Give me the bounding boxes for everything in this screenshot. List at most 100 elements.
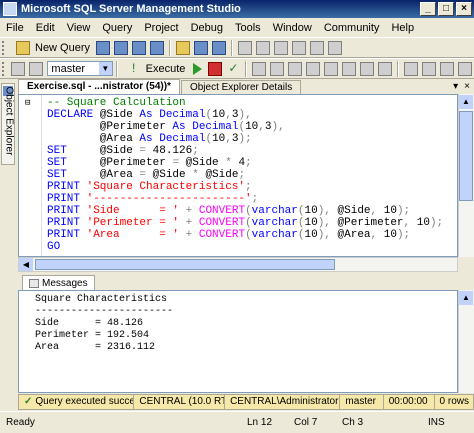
decrease-indent-icon[interactable] xyxy=(440,61,455,76)
maximize-button[interactable]: □ xyxy=(438,2,454,16)
close-tab-icon[interactable]: × xyxy=(464,81,470,92)
scroll-up-icon[interactable]: ▲ xyxy=(459,291,473,305)
code-token: ; xyxy=(245,157,252,169)
menu-help[interactable]: Help xyxy=(385,22,420,34)
code-token: CONVERT xyxy=(198,205,246,217)
code-token: ); xyxy=(429,217,444,229)
scroll-up-icon[interactable]: ▲ xyxy=(459,95,473,109)
cancel-query-icon[interactable] xyxy=(208,61,223,76)
toolbar-grip[interactable] xyxy=(2,40,7,55)
client-stats-icon[interactable] xyxy=(324,61,339,76)
tab-dropdown-icon[interactable]: ▾ xyxy=(453,81,458,92)
properties-icon[interactable] xyxy=(238,40,253,55)
results-vertical-scrollbar[interactable]: ▲ xyxy=(458,290,474,393)
uncomment-icon[interactable] xyxy=(422,61,437,76)
close-button[interactable]: × xyxy=(456,2,472,16)
object-explorer-icon[interactable] xyxy=(274,40,289,55)
code-line: SET @Side = 48.126; xyxy=(47,145,443,157)
menu-query[interactable]: Query xyxy=(96,22,138,34)
template-explorer-icon[interactable] xyxy=(292,40,307,55)
scroll-thumb[interactable] xyxy=(35,259,335,270)
save-icon[interactable] xyxy=(194,40,209,55)
database-engine-query-icon[interactable] xyxy=(96,40,111,55)
include-plan-icon[interactable] xyxy=(306,61,321,76)
parse-checkmark-icon[interactable]: ✓ xyxy=(226,62,240,76)
toolbox-icon[interactable] xyxy=(328,40,343,55)
query-editor[interactable]: ⊟ -- Square Calculation DECLARE @Side As … xyxy=(18,94,458,257)
editor-horizontal-scrollbar[interactable]: ◀ xyxy=(18,257,458,272)
code-token: = xyxy=(139,169,153,181)
results-to-grid-icon[interactable] xyxy=(360,61,375,76)
scroll-thumb[interactable] xyxy=(459,111,473,201)
code-token: @Area xyxy=(99,169,140,181)
menu-debug[interactable]: Debug xyxy=(185,22,229,34)
messages-icon xyxy=(29,278,39,288)
query-designer-icon[interactable] xyxy=(270,61,285,76)
display-plan-icon[interactable] xyxy=(252,61,267,76)
code-token: ), xyxy=(238,109,252,121)
code-token: @Side xyxy=(337,205,371,217)
code-token: CONVERT xyxy=(198,217,246,229)
minimize-button[interactable]: _ xyxy=(420,2,436,16)
intellisense-icon[interactable] xyxy=(288,61,303,76)
menu-view[interactable]: View xyxy=(61,22,97,34)
menu-file[interactable]: File xyxy=(0,22,30,34)
code-token: , xyxy=(403,217,417,229)
results-to-text-icon[interactable] xyxy=(342,61,357,76)
debug-play-icon[interactable] xyxy=(193,62,203,75)
menu-community[interactable]: Community xyxy=(318,22,386,34)
tab-messages[interactable]: Messages xyxy=(22,275,95,290)
code-token: -- Square Calculation xyxy=(47,97,186,109)
analysis-services-query-icon[interactable] xyxy=(114,40,129,55)
toolbar-grip[interactable] xyxy=(2,61,6,76)
new-query-button[interactable]: New Query xyxy=(10,40,94,55)
tab-exercise-sql[interactable]: Exercise.sql - ...nistrator (54))* xyxy=(18,79,180,94)
database-select[interactable]: master ▼ xyxy=(47,61,113,76)
disconnect-icon[interactable] xyxy=(29,61,44,76)
editor-vertical-scrollbar[interactable]: ▲ xyxy=(458,94,474,257)
menu-tools[interactable]: Tools xyxy=(229,22,267,34)
title-bar: Microsoft SQL Server Management Studio _… xyxy=(0,0,474,18)
collapse-region-icon[interactable]: ⊟ xyxy=(25,98,30,108)
sql-editor-toolbar: master ▼ ! Execute ✓ xyxy=(0,58,474,79)
comment-out-icon[interactable] xyxy=(404,61,419,76)
code-token: GO xyxy=(47,241,61,253)
code-token: Decimal xyxy=(159,109,206,121)
code-token: ), xyxy=(317,229,338,241)
status-column: Col 7 xyxy=(294,417,318,428)
code-token: * xyxy=(225,157,239,169)
results-to-file-icon[interactable] xyxy=(378,61,393,76)
connect-icon[interactable] xyxy=(11,61,26,76)
dmx-query-icon[interactable] xyxy=(150,40,165,55)
code-token: , xyxy=(370,229,384,241)
menu-edit[interactable]: Edit xyxy=(30,22,61,34)
window-title: Microsoft SQL Server Management Studio xyxy=(21,3,241,15)
menu-project[interactable]: Project xyxy=(138,22,184,34)
scroll-left-icon[interactable]: ◀ xyxy=(19,258,33,271)
code-token: PRINT xyxy=(47,229,87,241)
code-token: @Area xyxy=(47,133,140,145)
object-explorer-tab[interactable]: Object Explorer xyxy=(1,83,15,165)
code-line: -- Square Calculation xyxy=(47,97,443,109)
code-token: ; xyxy=(238,169,246,181)
increase-indent-icon[interactable] xyxy=(458,61,473,76)
code-line: @Perimeter As Decimal(10,3), xyxy=(47,121,443,133)
menu-bar: File Edit View Query Project Debug Tools… xyxy=(0,19,474,37)
status-char: Ch 3 xyxy=(342,417,364,428)
code-token: PRINT xyxy=(47,181,87,193)
status-bar: Ready Ln 12 Col 7 Ch 3 INS xyxy=(0,411,474,433)
messages-output[interactable]: Square Characteristics ------------------… xyxy=(18,290,458,393)
execute-button[interactable]: ! Execute xyxy=(121,62,190,76)
solution-explorer-icon[interactable] xyxy=(310,40,325,55)
mdx-query-icon[interactable] xyxy=(132,40,147,55)
code-token: ( xyxy=(297,229,305,241)
code-token: ), xyxy=(271,121,285,133)
menu-window[interactable]: Window xyxy=(267,22,318,34)
tab-object-explorer-details[interactable]: Object Explorer Details xyxy=(180,80,302,94)
save-all-icon[interactable] xyxy=(212,40,227,55)
code-line: SET @Perimeter = @Side * 4; xyxy=(47,157,443,169)
code-token: , xyxy=(225,109,232,121)
registered-servers-icon[interactable] xyxy=(256,40,271,55)
open-file-icon[interactable] xyxy=(176,40,191,55)
code-token: ( xyxy=(297,217,305,229)
